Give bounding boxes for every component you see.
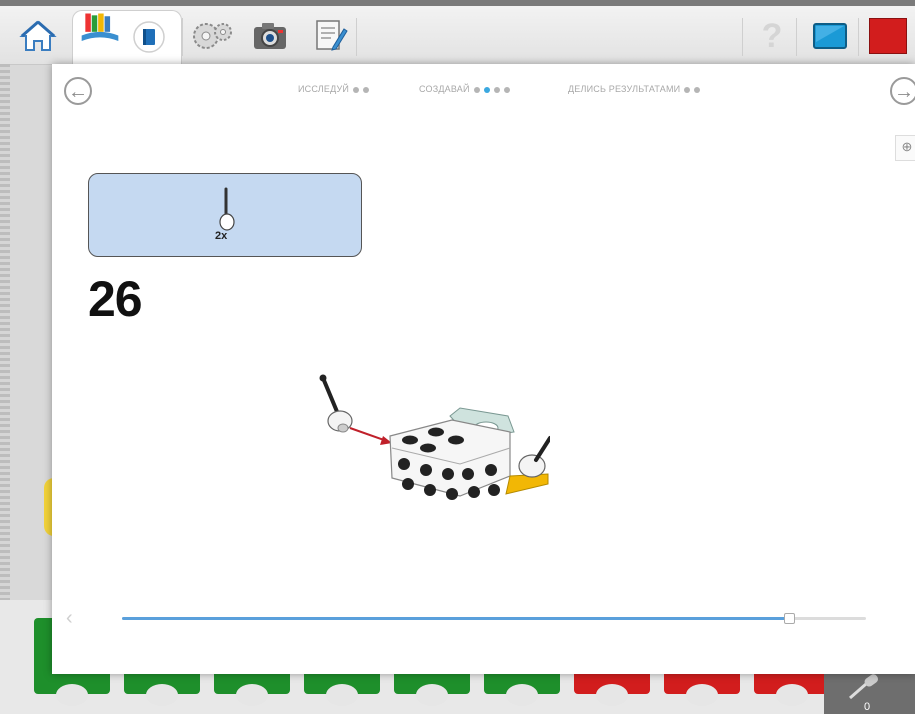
step-dot xyxy=(694,86,701,93)
microphone-icon xyxy=(849,674,879,700)
step-label: СОЗДАВАЙ xyxy=(419,84,470,94)
stop-button[interactable] xyxy=(866,14,910,58)
top-toolbar: ? xyxy=(0,0,915,67)
sensor-counter: 0 xyxy=(864,701,871,713)
building-step-illustration xyxy=(319,374,550,500)
display-icon xyxy=(813,23,847,49)
zoom-in-button[interactable]: ⊕ xyxy=(895,135,915,161)
zoom-in-icon: ⊕ xyxy=(901,139,913,154)
step-explore[interactable]: ИССЛЕДУЙ xyxy=(298,84,370,94)
step-dot-active xyxy=(483,86,490,93)
sound-sensor-panel[interactable]: 0 xyxy=(824,668,915,714)
help-icon: ? xyxy=(761,16,783,55)
step-dot xyxy=(363,86,370,93)
step-progress-slider[interactable] xyxy=(122,613,866,624)
help-button[interactable]: ? xyxy=(750,14,794,58)
building-instructions-dialog: ← → ИССЛЕДУЙ СОЗДАВАЙ ДЕЛИСЬ РЕЗУЛЬТАТАМ… xyxy=(52,64,915,674)
step-create[interactable]: СОЗДАВАЙ xyxy=(419,84,510,94)
window-top-edge xyxy=(0,0,915,6)
slider-prev-icon[interactable]: ‹ xyxy=(66,607,73,630)
connector-peg-icon xyxy=(219,187,235,231)
home-button[interactable] xyxy=(16,14,60,58)
part-quantity: 2x xyxy=(215,230,228,242)
toolbar-separator xyxy=(858,18,859,56)
home-icon xyxy=(19,20,57,51)
display-button[interactable] xyxy=(808,14,852,58)
book-icon xyxy=(133,21,165,53)
progress-steps: ИССЛЕДУЙ СОЗДАВАЙ ДЕЛИСЬ РЕЗУЛЬТАТАМИ xyxy=(52,84,915,98)
step-number: 26 xyxy=(88,271,143,327)
slider-fill xyxy=(122,617,788,620)
documentation-button[interactable] xyxy=(308,14,352,58)
toolbar-separator xyxy=(356,18,357,56)
stop-icon xyxy=(869,18,907,54)
gears-icon xyxy=(193,23,232,49)
camera-icon xyxy=(254,23,286,49)
step-share[interactable]: ДЕЛИСЬ РЕЗУЛЬТАТАМИ xyxy=(568,84,701,94)
program-button[interactable] xyxy=(190,14,234,58)
step-dot xyxy=(493,86,500,93)
toolbar-separator xyxy=(796,18,797,56)
step-dot xyxy=(473,86,480,93)
toolbar-separator xyxy=(182,18,183,56)
library-books-button[interactable] xyxy=(78,8,122,52)
toolbar-separator xyxy=(742,18,743,56)
step-dot xyxy=(503,86,510,93)
slider-thumb[interactable] xyxy=(783,613,795,624)
parts-list: 2x xyxy=(88,173,362,257)
book-button[interactable] xyxy=(130,18,168,56)
step-dot xyxy=(684,86,691,93)
camera-button[interactable] xyxy=(248,14,292,58)
step-dot xyxy=(353,86,360,93)
library-books-icon xyxy=(81,13,119,41)
step-label: ДЕЛИСЬ РЕЗУЛЬТАТАМИ xyxy=(568,84,681,94)
step-label: ИССЛЕДУЙ xyxy=(298,84,350,94)
documentation-icon xyxy=(316,20,348,51)
